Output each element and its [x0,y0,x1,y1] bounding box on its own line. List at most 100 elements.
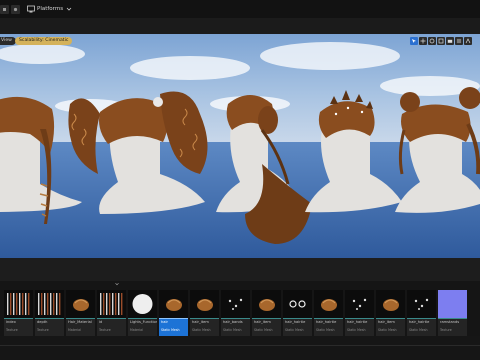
asset-name: hair_hairtie [285,320,306,324]
asset-thumbnail [35,290,64,318]
scale-icon[interactable] [437,37,445,45]
platforms-menu[interactable]: Platforms [27,4,73,14]
asset-type: Texture [440,328,452,332]
move-icon[interactable] [419,37,427,45]
asset-name: hair_bands [223,320,243,324]
asset-tile[interactable]: depth Texture [35,290,64,336]
asset-name: hair [161,320,168,324]
status-divider [0,345,480,346]
asset-type-bar [252,318,281,319]
asset-tile[interactable]: hair_item Static Mesh [376,290,405,336]
asset-type: Static Mesh [285,328,304,332]
asset-name: hair_item [378,320,395,324]
asset-tile[interactable]: hair_hairtie Static Mesh [345,290,374,336]
content-browser-search[interactable] [0,281,480,287]
asset-type: Static Mesh [378,328,397,332]
chevron-down-icon[interactable] [115,282,119,286]
viewport-scene [0,34,480,258]
camera-icon[interactable] [446,37,454,45]
asset-type-bar [407,318,436,319]
asset-type-bar [190,318,219,319]
asset-name: depth [37,320,48,324]
asset-type-bar [376,318,405,319]
asset-type-bar [4,318,33,319]
asset-thumbnail [252,290,281,318]
asset-type: Static Mesh [223,328,242,332]
asset-type: Static Mesh [254,328,273,332]
asset-type-bar [314,318,343,319]
asset-tile[interactable]: hair_item Static Mesh [190,290,219,336]
platforms-label: Platforms [37,6,64,12]
asset-type: Texture [37,328,49,332]
asset-thumbnail [438,290,467,318]
asset-type-bar [97,318,126,319]
asset-thumbnail [97,290,126,318]
asset-name: hair_item [192,320,209,324]
title-bar: Platforms [0,0,480,18]
grid-icon[interactable] [455,37,463,45]
platforms-icon [27,5,35,13]
asset-type-bar [345,318,374,319]
asset-tile[interactable]: hair Static Mesh [159,290,188,336]
asset-type-bar [221,318,250,319]
asset-thumbnail [159,290,188,318]
asset-name: hair_item [254,320,271,324]
asset-tile[interactable]: Lights_Functions Material [128,290,157,336]
asset-thumbnail [407,290,436,318]
asset-tile[interactable]: id Texture [97,290,126,336]
asset-type: Static Mesh [316,328,335,332]
snap-icon[interactable] [464,37,472,45]
level-viewport[interactable]: View Scalability: Cinematic [0,34,480,258]
asset-tile[interactable]: hair_bands Static Mesh [221,290,250,336]
asset-tile[interactable]: Hair_Material Material [66,290,95,336]
asset-type: Static Mesh [161,328,180,332]
settings-icon[interactable] [0,5,9,14]
asset-tile[interactable]: hair_hairtie Static Mesh [314,290,343,336]
asset-tile[interactable]: index Texture [4,290,33,336]
asset-grid: index Texture depth Texture Hair_Material Mat… [0,290,480,336]
asset-type-bar [66,318,95,319]
asset-type-bar [438,318,467,319]
asset-thumbnail [376,290,405,318]
asset-name: hair_hairtie [316,320,337,324]
asset-type: Texture [99,328,111,332]
asset-tile[interactable]: hair_item Static Mesh [252,290,281,336]
toolbar-strip [0,18,480,34]
viewport-toolbar [410,36,478,46]
chevron-down-icon [66,7,72,11]
asset-thumbnail [345,290,374,318]
asset-type: Static Mesh [347,328,366,332]
asset-thumbnail [190,290,219,318]
asset-thumbnail [128,290,157,318]
asset-thumbnail [314,290,343,318]
asset-name: Hair_Material [68,320,92,324]
source-control-icon[interactable] [11,5,20,14]
asset-name: hair_hairtie [409,320,430,324]
asset-name: index [6,320,16,324]
asset-type: Static Mesh [192,328,211,332]
asset-thumbnail [283,290,312,318]
view-mode-button[interactable]: View [0,37,16,45]
asset-name: hair_hairtie [347,320,368,324]
asset-thumbnail [221,290,250,318]
rotate-icon[interactable] [428,37,436,45]
asset-name: ramstands [440,320,460,324]
asset-name: id [99,320,103,324]
status-bar [0,336,480,360]
asset-thumbnail [4,290,33,318]
asset-thumbnail [66,290,95,318]
asset-type-bar [283,318,312,319]
asset-tile[interactable]: hair_hairtie Static Mesh [283,290,312,336]
asset-type: Material [130,328,143,332]
asset-type-bar [128,318,157,319]
asset-name: Lights_Functions [130,320,157,324]
asset-type-bar [159,318,188,319]
scalability-button[interactable]: Scalability: Cinematic [15,37,73,45]
asset-type-bar [35,318,64,319]
asset-type: Material [68,328,81,332]
asset-type: Static Mesh [409,328,428,332]
select-icon[interactable] [410,37,418,45]
asset-tile[interactable]: hair_hairtie Static Mesh [407,290,436,336]
asset-tile[interactable]: ramstands Texture [438,290,467,336]
asset-type: Texture [6,328,18,332]
